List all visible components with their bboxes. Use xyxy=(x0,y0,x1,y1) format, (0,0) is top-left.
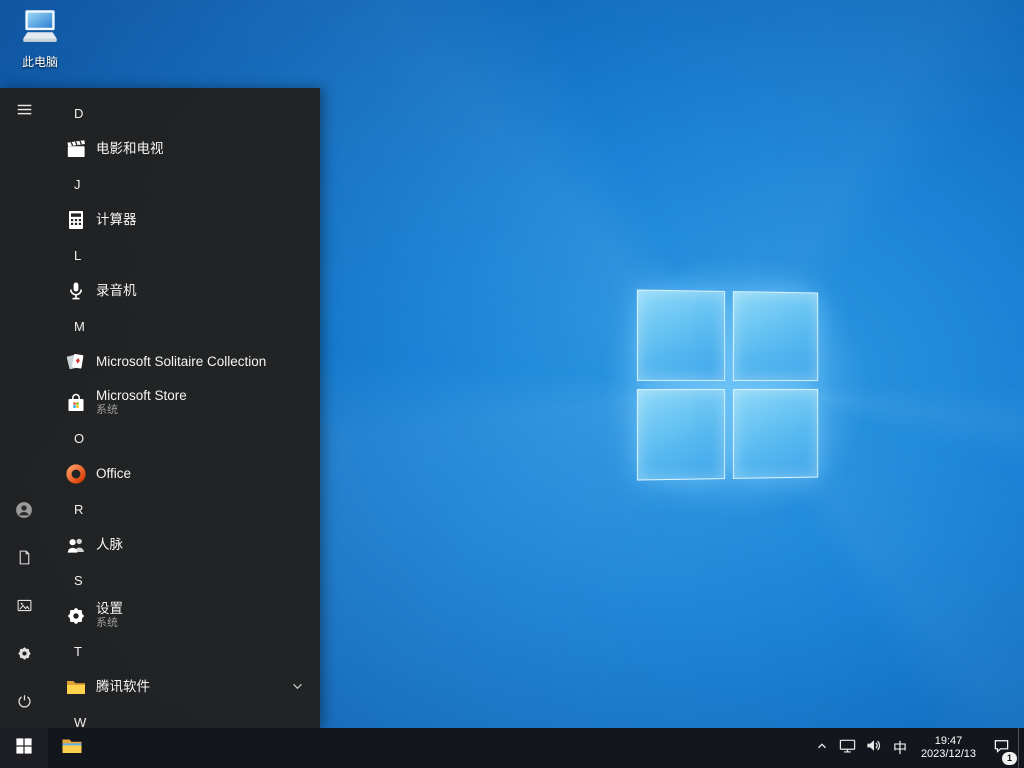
action-center-button[interactable]: 1 xyxy=(984,728,1018,768)
windows-logo-pane xyxy=(732,291,819,382)
settings-gear-icon xyxy=(64,604,88,628)
taskbar-file-explorer-button[interactable] xyxy=(48,728,96,768)
app-subtitle: 系统 xyxy=(96,617,118,629)
app-label: Microsoft Store xyxy=(96,388,187,403)
user-account-button[interactable] xyxy=(0,488,48,536)
taskbar: 中 19:47 2023/12/13 1 xyxy=(0,728,1024,768)
app-subtitle: 系统 xyxy=(96,404,118,416)
app-label: 录音机 xyxy=(96,283,137,298)
app-item-tencent-folder[interactable]: 腾讯软件 xyxy=(48,666,320,707)
windows-logo-pane xyxy=(732,388,819,479)
notification-badge: 1 xyxy=(1002,752,1017,765)
app-label: 腾讯软件 xyxy=(96,679,150,694)
solitaire-icon xyxy=(64,350,88,374)
pictures-button[interactable] xyxy=(0,584,48,632)
chevron-down-icon[interactable] xyxy=(292,683,303,690)
documents-button[interactable] xyxy=(0,536,48,584)
section-letter-t[interactable]: T xyxy=(48,636,320,666)
clock-time: 19:47 xyxy=(934,735,963,747)
windows-hero-logo xyxy=(636,289,819,481)
show-desktop-button[interactable] xyxy=(1018,728,1024,768)
store-icon xyxy=(64,391,88,415)
volume-button[interactable] xyxy=(861,728,887,768)
section-letter-r[interactable]: R xyxy=(48,494,320,524)
app-item-office[interactable]: Office xyxy=(48,453,320,494)
network-icon xyxy=(839,737,856,759)
ime-indicator[interactable]: 中 xyxy=(887,728,913,768)
windows-desktop: 此电脑 D 电影和电视 J 计算器 L 录音机 M Microsoft Soli… xyxy=(0,0,1024,768)
network-status-button[interactable] xyxy=(835,728,861,768)
chevron-up-icon xyxy=(815,739,829,758)
app-label: 人脉 xyxy=(96,537,123,552)
app-label: 设置 xyxy=(96,601,123,616)
taskbar-clock[interactable]: 19:47 2023/12/13 xyxy=(913,728,984,768)
desktop-icon-this-pc[interactable]: 此电脑 xyxy=(8,8,72,70)
app-item-calculator[interactable]: 计算器 xyxy=(48,199,320,240)
file-explorer-icon xyxy=(60,734,84,763)
start-menu-app-list: D 电影和电视 J 计算器 L 录音机 M Microsoft Solitair… xyxy=(48,88,320,728)
office-icon xyxy=(64,462,88,486)
section-letter-o[interactable]: O xyxy=(48,423,320,453)
windows-logo-pane xyxy=(636,289,726,381)
app-item-voice-recorder[interactable]: 录音机 xyxy=(48,270,320,311)
section-letter-s[interactable]: S xyxy=(48,565,320,595)
voice-recorder-icon xyxy=(64,279,88,303)
power-button[interactable] xyxy=(0,680,48,728)
show-hidden-icons-button[interactable] xyxy=(809,728,835,768)
calculator-icon xyxy=(64,208,88,232)
settings-button[interactable] xyxy=(0,632,48,680)
movies-tv-icon xyxy=(64,137,88,161)
section-letter-d[interactable]: D xyxy=(48,98,320,128)
people-icon xyxy=(64,533,88,557)
power-icon xyxy=(16,693,33,715)
speaker-icon xyxy=(865,737,882,759)
app-label: 计算器 xyxy=(96,212,137,227)
document-icon xyxy=(16,549,33,571)
start-menu-rail xyxy=(0,88,48,728)
app-item-people[interactable]: 人脉 xyxy=(48,524,320,565)
app-label: Office xyxy=(96,466,132,481)
section-letter-l[interactable]: L xyxy=(48,240,320,270)
app-item-settings[interactable]: 设置 系统 xyxy=(48,595,320,636)
app-label: Microsoft Solitaire Collection xyxy=(96,354,267,369)
clock-date: 2023/12/13 xyxy=(920,748,976,760)
user-avatar-icon xyxy=(13,499,35,526)
desktop-icon-label: 此电脑 xyxy=(21,55,58,69)
gear-icon xyxy=(15,644,34,668)
computer-icon xyxy=(17,8,63,51)
app-item-microsoft-store[interactable]: Microsoft Store 系统 xyxy=(48,382,320,423)
app-item-movies-tv[interactable]: 电影和电视 xyxy=(48,128,320,169)
folder-icon xyxy=(64,675,88,699)
pictures-icon xyxy=(16,597,33,619)
app-label: 电影和电视 xyxy=(96,141,164,156)
ime-label: 中 xyxy=(892,740,907,756)
hamburger-icon xyxy=(16,101,33,123)
start-menu: D 电影和电视 J 计算器 L 录音机 M Microsoft Solitair… xyxy=(0,88,320,728)
windows-logo-icon xyxy=(16,737,32,759)
expand-menu-button[interactable] xyxy=(0,88,48,136)
system-tray: 中 19:47 2023/12/13 1 xyxy=(809,728,1024,768)
windows-logo-pane xyxy=(636,389,726,481)
section-letter-j[interactable]: J xyxy=(48,169,320,199)
app-item-solitaire[interactable]: Microsoft Solitaire Collection xyxy=(48,341,320,382)
section-letter-m[interactable]: M xyxy=(48,311,320,341)
start-button[interactable] xyxy=(0,728,48,768)
section-letter-w[interactable]: W xyxy=(48,707,320,729)
